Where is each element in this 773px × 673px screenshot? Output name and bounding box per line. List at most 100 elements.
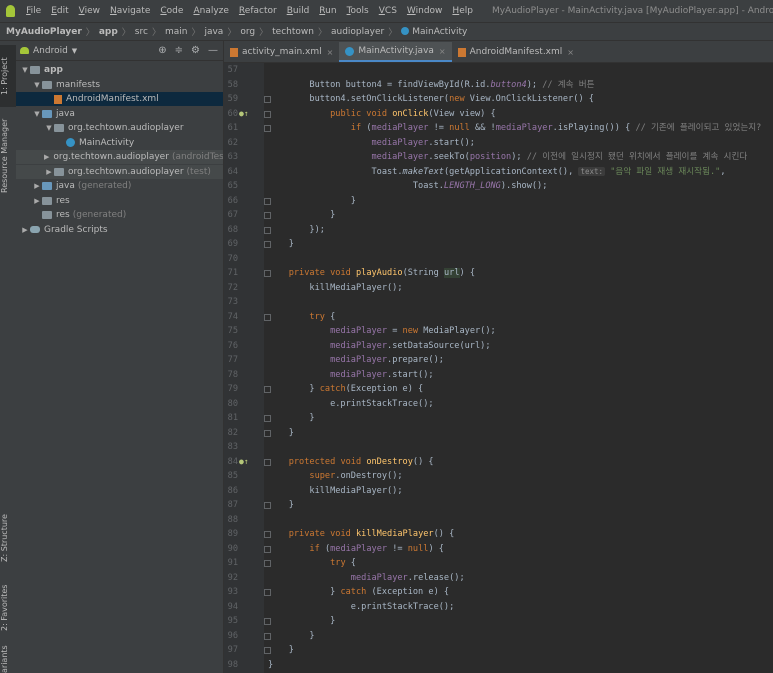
tree-item[interactable]: ▼ app (16, 63, 223, 77)
menu-vcs[interactable]: VCS (374, 6, 402, 16)
tree-item[interactable]: ▶ Gradle Scripts (16, 223, 223, 237)
breadcrumb-label: java (204, 26, 224, 37)
breadcrumb-separator-icon: 〉 (85, 28, 95, 38)
override-marker-icon[interactable]: ●↑ (239, 455, 249, 470)
code-line: 90 if (mediaPlayer != null) { (224, 542, 773, 557)
project-tool-tab[interactable]: 1: Project (0, 45, 16, 107)
line-number: 95 (227, 616, 238, 626)
chevron-right-icon[interactable]: ▶ (44, 168, 54, 176)
window-title: MyAudioPlayer - MainActivity.java [MyAud… (491, 6, 773, 16)
tree-item-label: app (44, 65, 63, 75)
favorites-tool-tab[interactable]: 2: Favorites (0, 577, 16, 639)
collapse-icon[interactable]: ≑ (175, 45, 183, 56)
structure-tool-tab[interactable]: Z: Structure (0, 507, 16, 569)
tree-item[interactable]: ▼ manifests (16, 78, 223, 92)
breadcrumb-item[interactable]: org (240, 27, 255, 37)
editor-tab[interactable]: AndroidManifest.xml × (452, 42, 580, 62)
breadcrumb-item[interactable]: MyAudioPlayer (6, 27, 82, 37)
code-text: } catch (Exception e) { (268, 587, 450, 597)
source-folder-icon (42, 109, 52, 118)
editor-tab[interactable]: MainActivity.java × (339, 42, 452, 62)
menu-build[interactable]: Build (282, 6, 315, 16)
tree-item-suffix: (generated) (72, 210, 127, 220)
chevron-down-icon[interactable]: ▼ (32, 110, 42, 118)
breadcrumb-item[interactable]: audioplayer (331, 27, 384, 37)
project-view-selector[interactable]: Android (33, 46, 68, 56)
breadcrumb-item[interactable]: app (99, 27, 118, 37)
chevron-right-icon[interactable]: ▶ (32, 197, 42, 205)
menu-analyze[interactable]: Analyze (188, 6, 233, 16)
close-icon[interactable]: × (327, 48, 334, 57)
code-editor: activity_main.xml × MainActivity.java × Andr… (224, 41, 773, 673)
tree-item-label: MainActivity (79, 137, 135, 148)
tree-item[interactable]: ▶ res (16, 194, 223, 208)
tree-item[interactable]: AndroidManifest.xml (16, 92, 223, 106)
chevron-right-icon[interactable]: ▶ (32, 182, 42, 190)
tree-item[interactable]: ▼ org.techtown.audioplayer (16, 121, 223, 135)
target-icon[interactable]: ⊕ (158, 45, 166, 56)
line-number: 69 (227, 239, 238, 249)
override-marker-icon[interactable]: ●↑ (239, 107, 249, 122)
breadcrumb-label: MainActivity (412, 26, 468, 37)
tree-item[interactable]: ▼ java (16, 107, 223, 121)
close-icon[interactable]: × (439, 47, 446, 56)
tree-item[interactable]: res (generated) (16, 208, 223, 222)
menu-tools[interactable]: Tools (342, 6, 374, 16)
chevron-right-icon[interactable]: ▶ (20, 226, 30, 234)
tree-item[interactable]: ▶ org.techtown.audioplayer(androidTest) (16, 150, 223, 164)
menu-edit[interactable]: Edit (46, 6, 73, 16)
tree-item-suffix: (androidTest) (171, 152, 224, 162)
line-number: 98 (227, 659, 238, 670)
menu-code[interactable]: Code (155, 6, 188, 16)
code-line: 97 } (224, 643, 773, 658)
breadcrumb-item[interactable]: java (204, 27, 223, 37)
code-line: 63 mediaPlayer.seekTo(position); // 이전에 … (224, 150, 773, 165)
code-text: } (268, 239, 294, 249)
folder-icon (42, 80, 52, 89)
breadcrumb-item[interactable]: techtown (272, 27, 314, 37)
chevron-down-icon[interactable]: ▼ (32, 81, 42, 89)
breadcrumb-item[interactable]: MainActivity (401, 27, 467, 37)
close-icon[interactable]: × (567, 48, 574, 57)
editor-tab[interactable]: activity_main.xml × (224, 42, 339, 62)
tree-item[interactable]: ▶ java (generated) (16, 179, 223, 193)
line-number: 71 (227, 268, 238, 278)
code-line: 95 } (224, 614, 773, 629)
code-text: Toast.LENGTH_LONG).show(); (268, 181, 548, 191)
tree-item-label: AndroidManifest.xml (66, 94, 159, 104)
chevron-down-icon[interactable]: ▼ (72, 47, 77, 55)
menu-help[interactable]: Help (447, 6, 478, 16)
breadcrumb-item[interactable]: src (135, 27, 148, 37)
tree-item[interactable]: ▶ org.techtown.audioplayer (test) (16, 164, 223, 179)
line-number: 74 (227, 311, 238, 322)
line-number: 94 (227, 601, 238, 612)
chevron-down-icon[interactable]: ▼ (20, 66, 30, 74)
menu-view[interactable]: View (74, 6, 105, 16)
code-line: 75 mediaPlayer = new MediaPlayer(); (224, 324, 773, 339)
code-text: mediaPlayer = new MediaPlayer(); (330, 326, 496, 336)
menu-navigate[interactable]: Navigate (105, 6, 155, 16)
menu-run[interactable]: Run (314, 6, 341, 16)
resource-manager-tool-tab[interactable]: Resource Manager (0, 111, 16, 201)
editor-tab-label: AndroidManifest.xml (469, 47, 563, 57)
code-line: 88 (224, 513, 773, 528)
left-tool-stripe: 1: Project Resource Manager Z: Structure… (0, 41, 17, 673)
tree-item[interactable]: MainActivity (16, 136, 223, 150)
code-line: 87 } (224, 498, 773, 513)
menu-file[interactable]: File (21, 6, 46, 16)
menu-window[interactable]: Window (402, 6, 448, 16)
line-number: 88 (227, 514, 238, 525)
gradle-icon (30, 226, 40, 233)
chevron-down-icon[interactable]: ▼ (44, 124, 54, 132)
code-line: 73 (224, 295, 773, 310)
android-studio-icon (6, 5, 16, 17)
menu-refactor[interactable]: Refactor (234, 6, 282, 16)
breadcrumb-item[interactable]: main (165, 27, 188, 37)
chevron-right-icon[interactable]: ▶ (44, 153, 49, 161)
code-line: 92 mediaPlayer.release(); (224, 571, 773, 586)
build-variants-tool-tab[interactable]: ariants (0, 645, 16, 673)
code-line: 85 super.onDestroy(); (224, 469, 773, 484)
code-line: 69 } (224, 237, 773, 252)
minimize-icon[interactable]: — (208, 45, 218, 56)
gear-icon[interactable]: ⚙ (191, 45, 200, 56)
